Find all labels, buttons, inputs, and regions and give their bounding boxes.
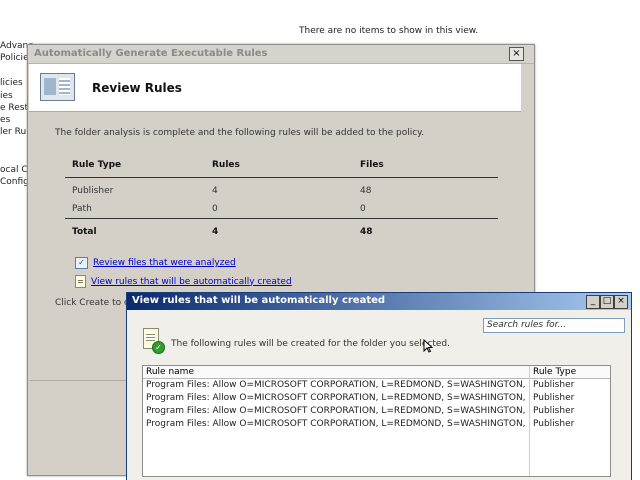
table-total-row: Total 4 48	[65, 218, 498, 245]
rule-type: Publisher	[533, 406, 575, 416]
maximize-button[interactable]: □	[600, 295, 614, 309]
minimize-button[interactable]: _	[586, 295, 600, 309]
intro-text: The folder analysis is complete and the …	[55, 128, 425, 138]
rule-name: Program Files: Allow O=MICROSOFT CORPORA…	[146, 393, 526, 403]
total-files: 48	[360, 227, 373, 237]
cell-files: 48	[360, 186, 372, 196]
document-icon	[75, 275, 86, 288]
column-header-rule-type[interactable]: Rule Type	[533, 366, 576, 378]
table-row: Publisher 4 48	[65, 184, 498, 200]
green-check-icon: ✓	[152, 341, 165, 354]
tree-item[interactable]: e Rest	[0, 102, 28, 114]
column-header-files: Files	[360, 160, 384, 170]
rule-type: Publisher	[533, 393, 575, 403]
table-row: Path 0 0	[65, 202, 498, 218]
rule-type: Publisher	[533, 380, 575, 390]
rules-window-titlebar[interactable]: View rules that will be automatically cr…	[127, 293, 631, 310]
rule-name: Program Files: Allow O=MICROSOFT CORPORA…	[146, 380, 526, 390]
view-rules-row: View rules that will be automatically cr…	[75, 275, 292, 288]
review-files-row: ✓ Review files that were analyzed	[75, 257, 236, 269]
close-button[interactable]: ×	[614, 295, 628, 309]
rules-window-message: The following rules will be created for …	[171, 339, 450, 349]
wizard-close-button[interactable]: ×	[509, 47, 524, 61]
list-item[interactable]: Program Files: Allow O=MICROSOFT CORPORA…	[143, 418, 610, 431]
wizard-title: Automatically Generate Executable Rules	[34, 48, 268, 59]
rules-wizard-icon	[40, 73, 75, 101]
background-tree: Advanc Policies licies ies e Rest es ler…	[0, 40, 35, 200]
tree-item[interactable]: ler Rul	[0, 126, 29, 138]
desktop: Advanc Policies licies ies e Rest es ler…	[0, 0, 640, 480]
rule-type: Publisher	[533, 419, 575, 429]
search-input[interactable]: Search rules for...	[483, 318, 625, 333]
column-header-rules: Rules	[212, 160, 240, 170]
empty-list-message: There are no items to show in this view.	[299, 26, 479, 36]
list-item[interactable]: Program Files: Allow O=MICROSOFT CORPORA…	[143, 392, 610, 405]
wizard-titlebar[interactable]: Automatically Generate Executable Rules …	[28, 45, 534, 64]
review-files-link[interactable]: Review files that were analyzed	[93, 258, 236, 268]
checkmark-icon: ✓	[75, 257, 88, 269]
table-header-row: Rule Type Rules Files	[65, 153, 498, 178]
tree-item[interactable]: ies	[0, 90, 13, 102]
rule-name: Program Files: Allow O=MICROSOFT CORPORA…	[146, 419, 526, 429]
rules-window-title: View rules that will be automatically cr…	[132, 295, 386, 306]
mouse-cursor-icon	[423, 339, 433, 353]
cell-files: 0	[360, 204, 366, 214]
column-header-rule-type: Rule Type	[72, 160, 122, 170]
rules-summary-table: Rule Type Rules Files Publisher 4 48 Pat…	[65, 153, 498, 245]
rule-name: Program Files: Allow O=MICROSOFT CORPORA…	[146, 406, 526, 416]
list-header: Rule name Rule Type	[143, 366, 610, 379]
page-title: Review Rules	[92, 81, 182, 95]
rules-list[interactable]: Rule name Rule Type Program Files: Allow…	[142, 365, 611, 477]
list-item[interactable]: Program Files: Allow O=MICROSOFT CORPORA…	[143, 379, 610, 392]
wizard-header: Review Rules	[29, 64, 521, 112]
tree-item[interactable]: es	[0, 114, 10, 126]
column-header-rule-name[interactable]: Rule name	[146, 366, 194, 378]
cell-rule-type: Publisher	[72, 186, 114, 196]
total-rules: 4	[212, 227, 219, 237]
cell-rules: 4	[212, 186, 218, 196]
rules-window: View rules that will be automatically cr…	[126, 292, 632, 480]
cell-rule-type: Path	[72, 204, 92, 214]
tree-item[interactable]: ocal C	[0, 164, 28, 176]
list-item[interactable]: Program Files: Allow O=MICROSOFT CORPORA…	[143, 405, 610, 418]
cell-rules: 0	[212, 204, 218, 214]
tree-item[interactable]: licies	[0, 77, 23, 89]
view-rules-link[interactable]: View rules that will be automatically cr…	[91, 277, 292, 287]
total-label: Total	[72, 227, 97, 237]
